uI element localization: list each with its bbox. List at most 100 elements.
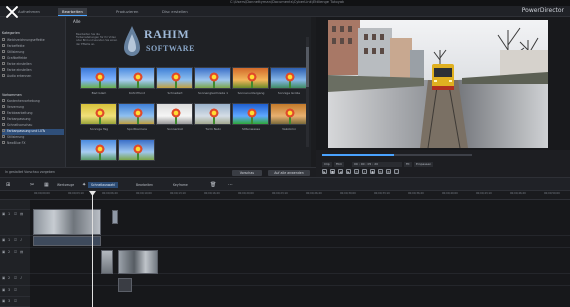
category-checkbox[interactable] [2, 141, 5, 145]
tab-create-disc[interactable]: Disc erstellen [158, 8, 192, 16]
video-clip-small[interactable] [112, 210, 118, 224]
track-visible-icon[interactable]: ☑ [14, 276, 17, 280]
tools-dropdown[interactable]: Werkzeuge [54, 182, 77, 188]
snapshot-icon[interactable]: ◎ [354, 169, 359, 174]
effect-thumbnail[interactable] [118, 103, 155, 125]
tab-edit[interactable]: Bearbeiten [58, 8, 87, 16]
effect-thumbnail[interactable] [118, 139, 155, 161]
track-row-audio-1[interactable] [30, 236, 570, 248]
category-checkbox[interactable] [2, 135, 5, 139]
category-checkbox[interactable] [2, 105, 5, 109]
effect-thumbnail[interactable] [118, 67, 155, 89]
category-checkbox[interactable] [2, 129, 5, 133]
effect-thumbnail[interactable] [156, 67, 193, 89]
preview-button[interactable]: Vorschau [232, 170, 262, 176]
effect-thumbnail[interactable] [270, 103, 307, 125]
track-visible-icon[interactable]: ☑ [14, 212, 17, 216]
category-checkbox[interactable] [2, 62, 5, 66]
subcategory-item[interactable]: NewBlue FX [2, 141, 64, 147]
playhead[interactable] [92, 191, 93, 307]
record-icon[interactable]: ● [370, 169, 375, 174]
edit-dropdown[interactable]: Bearbeiten [133, 182, 156, 188]
effect-thumbnail[interactable] [194, 103, 231, 125]
track-lock-icon[interactable]: ▣ [2, 276, 5, 280]
effect-thumbnail[interactable] [232, 67, 269, 89]
film-mode-button[interactable]: Film [334, 162, 345, 167]
category-checkbox[interactable] [2, 111, 5, 115]
subcategory-item[interactable]: Stilisierung [2, 135, 64, 141]
subcategory-item[interactable]: Farbbearbeitung [2, 111, 64, 117]
clip-mode-button[interactable]: Clip [322, 162, 332, 167]
track-visible-icon[interactable]: ☑ [14, 250, 17, 254]
category-checkbox[interactable] [2, 38, 5, 42]
stop-icon[interactable]: ■ [330, 169, 335, 174]
category-item[interactable]: Weichzeichnungseffekte [2, 38, 64, 44]
quick-select-dropdown[interactable]: Schnellauswahl [88, 182, 118, 188]
next-frame-icon[interactable]: ▶ [346, 169, 351, 174]
category-item[interactable]: Grafikeffekte [2, 56, 64, 62]
effect-thumbnail[interactable] [80, 67, 117, 89]
category-checkbox[interactable] [2, 74, 5, 78]
track-visible-icon[interactable]: ☑ [14, 288, 17, 292]
effect-thumbnail[interactable] [80, 139, 117, 161]
volume-icon[interactable]: ♪ [362, 169, 367, 174]
track-lock-icon[interactable]: ▣ [2, 212, 5, 216]
track-visible-icon[interactable]: ☑ [14, 238, 17, 242]
category-checkbox[interactable] [2, 68, 5, 72]
subcategory-item[interactable]: Kantenhervorhebung [2, 99, 64, 105]
track-lock-icon[interactable]: ▣ [2, 288, 5, 292]
keyframe-button[interactable]: Keyframe [170, 182, 191, 188]
undock-icon[interactable]: ⧉ [378, 169, 383, 174]
category-item[interactable]: Stilisierung [2, 50, 64, 56]
effect-thumbnail[interactable] [270, 67, 307, 89]
video-clip[interactable] [33, 209, 101, 235]
preview-checkbox-label[interactable]: In gestaltet Vorschau vorgeben [5, 170, 55, 174]
track-lock-icon[interactable]: ▣ [2, 299, 5, 303]
effect-thumbnail[interactable] [194, 67, 231, 89]
subcategory-item[interactable]: Farbanpassung und LUTs [2, 129, 64, 135]
fullscreen-icon[interactable]: ⛶ [394, 169, 399, 174]
category-item[interactable]: Farbe einstellen [2, 68, 64, 74]
video-clip[interactable] [101, 250, 113, 274]
audio-clip[interactable] [118, 278, 132, 292]
audio-clip[interactable] [33, 236, 101, 246]
tab-produce[interactable]: Produzieren [112, 8, 142, 16]
track-row-video-1[interactable] [30, 210, 570, 236]
video-clip[interactable] [118, 250, 158, 274]
more-icon[interactable]: ⋯ [228, 182, 233, 188]
category-checkbox[interactable] [2, 50, 5, 54]
category-checkbox[interactable] [2, 117, 5, 121]
zoom-dropdown[interactable]: Einpassen [414, 162, 434, 167]
track-lock-icon[interactable]: ▣ [2, 250, 5, 254]
effect-thumbnail[interactable] [232, 103, 269, 125]
category-checkbox[interactable] [2, 123, 5, 127]
settings-icon[interactable]: ⚙ [386, 169, 391, 174]
timeline-view-icon[interactable]: ⊞ [6, 182, 10, 188]
close-icon[interactable] [4, 4, 20, 20]
category-item[interactable]: Farbe einstellen [2, 62, 64, 68]
prev-frame-icon[interactable]: ◀ [338, 169, 343, 174]
apply-all-button[interactable]: Auf alle anwenden [268, 170, 310, 176]
category-checkbox[interactable] [2, 56, 5, 60]
track-row-audio-2[interactable] [30, 274, 570, 286]
category-checkbox[interactable] [2, 99, 5, 103]
play-icon[interactable]: ▶ [322, 169, 327, 174]
subcategory-item[interactable]: Verzerrung [2, 105, 64, 111]
subcategory-item[interactable]: Farbanpassung [2, 117, 64, 123]
fit-toggle[interactable]: Fit [404, 162, 412, 167]
browser-scrollbar[interactable] [306, 37, 309, 147]
trash-icon[interactable]: 🗑 [210, 182, 216, 188]
category-checkbox[interactable] [2, 44, 5, 48]
effect-thumbnail[interactable] [80, 103, 117, 125]
track-lock-icon[interactable]: ▣ [2, 238, 5, 242]
timeline-ruler[interactable]: 00;00;00;00 00;00;03;10 00;00;06;20 00;00;1… [0, 191, 570, 200]
fx-icon[interactable]: ✦ [82, 182, 86, 188]
subcategory-item[interactable]: Schnellvorschau [2, 123, 64, 129]
split-icon[interactable]: ✂ [30, 182, 34, 188]
effect-thumbnail[interactable] [156, 103, 193, 125]
category-item[interactable]: Audio erkennen [2, 74, 64, 80]
track-visible-icon[interactable]: ☑ [14, 299, 17, 303]
tools-icon[interactable]: ▦ [44, 182, 49, 188]
category-item[interactable]: Farbeffekte [2, 44, 64, 50]
playback-progress-bar[interactable] [322, 154, 472, 156]
